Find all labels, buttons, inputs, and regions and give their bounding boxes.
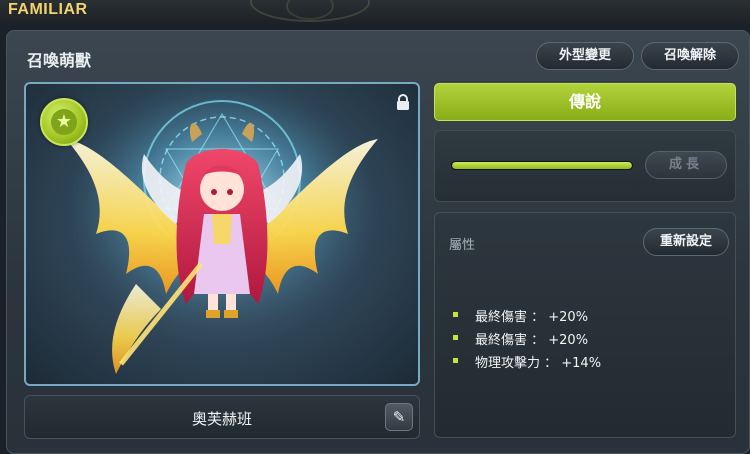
growth-panel: 成長	[434, 130, 736, 202]
edit-name-button[interactable]: ✎	[385, 403, 413, 431]
growth-progress-fill	[452, 162, 632, 169]
pencil-icon: ✎	[392, 408, 406, 426]
attributes-panel: 屬性 重新設定 最終傷害 ： +20% 最終傷害 ： +20% 物理攻擊力 ： …	[434, 212, 736, 438]
list-item: 物理攻擊力 ： +14%	[453, 352, 601, 375]
attribute-text: 最終傷害 ： +20%	[475, 310, 589, 325]
grade-badge: ★	[40, 98, 88, 146]
window-title: FAMILIAR	[8, 1, 88, 18]
bullet-icon	[453, 312, 458, 317]
bullet-icon	[453, 358, 458, 363]
attribute-text: 物理攻擊力 ： +14%	[475, 356, 602, 371]
release-button[interactable]: 召喚解除	[641, 42, 739, 70]
bullet-icon	[453, 335, 458, 340]
attributes-label: 屬性	[449, 238, 476, 253]
change-look-button[interactable]: 外型變更	[536, 42, 634, 70]
list-item: 最終傷害 ： +20%	[453, 329, 601, 352]
familiar-window: 召喚萌獸 外型變更 召喚解除 ★ 奧芙赫班 ✎ 傳說 成長 屬性 重新設定 最終…	[6, 30, 750, 454]
familiar-portrait: ★	[24, 82, 420, 386]
attribute-text: 最終傷害 ： +20%	[475, 333, 589, 348]
grade-legendary-button[interactable]: 傳說	[434, 83, 736, 121]
growth-progress-bar	[451, 161, 633, 170]
familiar-name: 奧芙赫班	[191, 410, 252, 428]
list-item: 最終傷害 ： +20%	[453, 306, 601, 329]
reset-attributes-button[interactable]: 重新設定	[643, 228, 729, 256]
page-title: 召喚萌獸	[27, 51, 92, 70]
familiar-name-bar: 奧芙赫班 ✎	[24, 395, 420, 439]
attributes-list: 最終傷害 ： +20% 最終傷害 ： +20% 物理攻擊力 ： +14%	[453, 306, 601, 375]
title-bar: FAMILIAR	[0, 0, 750, 24]
lock-icon[interactable]	[396, 94, 410, 110]
growth-button[interactable]: 成長	[645, 151, 727, 179]
star-icon: ★	[51, 109, 77, 135]
